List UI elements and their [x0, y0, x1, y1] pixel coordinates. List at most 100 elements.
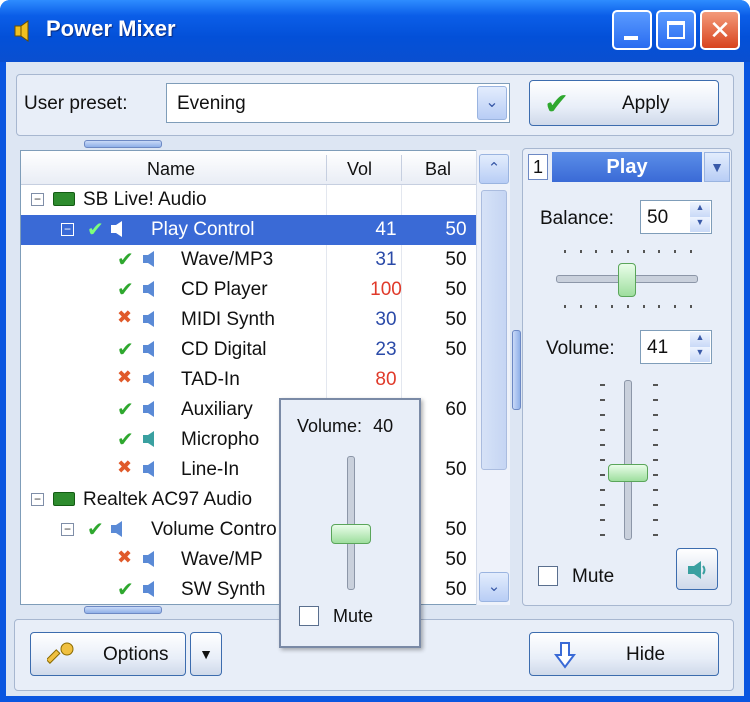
line-number[interactable]: 1	[528, 154, 548, 180]
row-name: MIDI Synth	[181, 309, 275, 330]
collapse-icon[interactable]: −	[31, 193, 44, 206]
splitter-handle-top[interactable]	[84, 140, 162, 148]
column-vol[interactable]: Vol	[347, 159, 372, 180]
slider-tick	[600, 444, 605, 446]
cross-icon: ✖	[117, 457, 133, 477]
column-name[interactable]: Name	[147, 159, 195, 180]
minimize-button[interactable]	[612, 10, 652, 50]
line-name[interactable]: Play	[552, 152, 702, 182]
splitter-handle-bottom[interactable]	[84, 606, 162, 614]
row-name: CD Digital	[181, 339, 267, 360]
popup-volume-thumb[interactable]	[331, 524, 371, 544]
spin-up-icon[interactable]: ▲	[690, 332, 710, 347]
spin-up-icon[interactable]: ▲	[690, 202, 710, 217]
mixer-tree[interactable]: Name Vol Bal − SB Live! Audio − ✔ Play C…	[20, 150, 510, 605]
speaker-icon	[14, 20, 29, 42]
chevron-down-icon[interactable]: ▼	[704, 152, 730, 182]
slider-tick	[595, 305, 598, 308]
arrow-down-icon	[554, 642, 576, 669]
slider-tick	[579, 305, 582, 308]
splitter-handle-side[interactable]	[512, 330, 521, 410]
row-name: Micropho	[181, 429, 260, 450]
slider-tick	[653, 384, 658, 386]
scroll-down-icon[interactable]: ⌄	[479, 572, 509, 602]
tree-row-device[interactable]: − SB Live! Audio	[21, 185, 481, 215]
tree-row-selected[interactable]: − ✔ Play Control 41 50	[21, 215, 481, 245]
collapse-icon[interactable]: −	[61, 223, 74, 236]
options-button[interactable]: Options	[30, 632, 186, 676]
slider-tick	[642, 250, 645, 253]
hide-button[interactable]: Hide	[529, 632, 719, 676]
slider-tick	[642, 305, 645, 308]
apply-button[interactable]: ✔ Apply	[529, 80, 719, 126]
slider-tick	[579, 250, 582, 253]
chevron-down-icon[interactable]: ⌄	[477, 86, 507, 120]
balance-thumb[interactable]	[618, 263, 636, 297]
column-separator[interactable]	[326, 155, 327, 181]
slider-tick	[600, 504, 605, 506]
tree-row[interactable]: ✔ Wave/MP3 31 50	[21, 245, 481, 275]
apply-label: Apply	[622, 93, 670, 114]
slider-tick	[611, 305, 614, 308]
tree-row[interactable]: ✔ CD Player 100 50	[21, 275, 481, 305]
maximize-icon	[667, 21, 685, 39]
close-button[interactable]: ✕	[700, 10, 740, 50]
slider-tick	[653, 504, 658, 506]
collapse-icon[interactable]: −	[61, 523, 74, 536]
popup-mute-checkbox[interactable]	[299, 606, 319, 626]
checkmark-icon: ✔	[117, 579, 134, 601]
speaker-icon	[143, 371, 154, 387]
speaker-icon	[111, 521, 122, 537]
mute-label: Mute	[572, 566, 615, 587]
speaker-icon	[143, 251, 154, 267]
slider-tick	[673, 305, 676, 308]
row-vol: 100	[370, 279, 402, 300]
column-bal[interactable]: Bal	[425, 159, 451, 180]
title-bar[interactable]: Power Mixer ✕	[0, 0, 750, 62]
speaker-toggle-button[interactable]	[676, 548, 718, 590]
row-name: Wave/MP3	[181, 249, 274, 270]
tree-row[interactable]: ✖ TAD-In 80	[21, 365, 481, 395]
slider-tick	[564, 305, 566, 308]
slider-tick	[600, 474, 605, 476]
balance-slider[interactable]	[556, 248, 698, 310]
scroll-up-icon[interactable]: ⌃	[479, 154, 509, 184]
tree-row[interactable]: ✖ MIDI Synth 30 50	[21, 305, 481, 335]
popup-volume-slider[interactable]	[331, 456, 371, 590]
volume-spinner[interactable]: 41 ▲ ▼	[640, 330, 712, 364]
mute-checkbox[interactable]	[538, 566, 558, 586]
volume-thumb[interactable]	[608, 464, 648, 482]
speaker-icon	[111, 221, 122, 237]
slider-tick	[653, 414, 658, 416]
scroll-thumb[interactable]	[481, 190, 507, 470]
balance-value: 50	[647, 207, 669, 228]
tree-row[interactable]: ✔ CD Digital 23 50	[21, 335, 481, 365]
key-icon	[47, 642, 74, 664]
tree-scrollbar[interactable]: ⌃ ⌄	[476, 150, 510, 605]
row-name: Volume Contro	[151, 519, 277, 540]
collapse-icon[interactable]: −	[31, 493, 44, 506]
column-separator[interactable]	[401, 155, 402, 181]
speaker-icon	[143, 461, 154, 477]
sound-card-icon	[53, 192, 75, 206]
slider-tick	[600, 519, 605, 521]
row-name: TAD-In	[181, 369, 240, 390]
balance-spinner[interactable]: 50 ▲ ▼	[640, 200, 712, 234]
preset-label: User preset:	[24, 93, 128, 114]
options-dropdown-icon[interactable]: ▼	[190, 632, 222, 676]
close-icon: ✕	[709, 15, 731, 45]
row-name: Realtek AC97 Audio	[83, 489, 253, 510]
preset-combo[interactable]: Evening ⌄	[166, 83, 510, 123]
checkmark-icon: ✔	[544, 88, 570, 121]
slider-tick	[653, 474, 658, 476]
checkmark-icon: ✔	[117, 279, 134, 301]
tree-header: Name Vol Bal	[21, 151, 481, 185]
spin-down-icon[interactable]: ▼	[690, 347, 710, 362]
maximize-button[interactable]	[656, 10, 696, 50]
slider-tick	[626, 305, 629, 308]
volume-slider[interactable]	[598, 380, 660, 540]
spin-down-icon[interactable]: ▼	[690, 217, 710, 232]
row-name: Play Control	[151, 219, 255, 240]
checkmark-icon: ✔	[87, 519, 104, 541]
popup-mute-label: Mute	[333, 606, 374, 626]
